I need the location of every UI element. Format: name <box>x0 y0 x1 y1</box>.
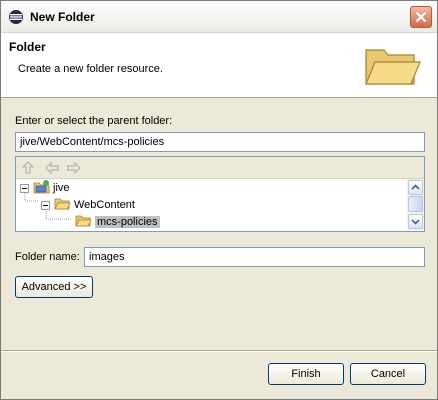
folder-name-field[interactable]: images <box>84 247 425 267</box>
folder-tree[interactable]: jive WebContent mcs-policies <box>15 156 425 232</box>
close-button[interactable] <box>410 6 432 28</box>
separator <box>1 350 437 352</box>
advanced-button[interactable]: Advanced >> <box>15 276 93 298</box>
parent-folder-label: Enter or select the parent folder: <box>15 115 173 127</box>
tree-item-webcontent[interactable]: WebContent <box>41 197 135 213</box>
eclipse-icon <box>8 9 24 25</box>
window-title: New Folder <box>30 10 95 24</box>
tree-item-jive[interactable]: jive <box>20 179 70 197</box>
open-folder-icon <box>363 44 421 91</box>
finish-button[interactable]: Finish <box>268 363 344 385</box>
back-arrow-icon[interactable] <box>44 160 60 176</box>
tree-item-label: WebContent <box>74 199 135 211</box>
scroll-up-button[interactable] <box>408 180 423 195</box>
collapse-toggle[interactable] <box>41 200 50 210</box>
open-folder-icon <box>75 214 92 230</box>
tree-item-label: jive <box>53 182 70 194</box>
tree-item-label: mcs-policies <box>95 216 160 228</box>
parent-folder-field[interactable]: jive/WebContent/mcs-policies <box>15 132 425 152</box>
collapse-toggle[interactable] <box>20 183 29 193</box>
scroll-thumb[interactable] <box>408 196 423 212</box>
tree-content: jive WebContent mcs-policies <box>16 179 406 231</box>
cancel-button[interactable]: Cancel <box>350 363 426 385</box>
project-icon <box>33 179 50 197</box>
open-folder-icon <box>54 197 71 213</box>
forward-arrow-icon[interactable] <box>66 160 82 176</box>
scroll-down-button[interactable] <box>408 214 423 229</box>
chevron-up-icon <box>411 184 420 190</box>
wizard-banner: Folder Create a new folder resource. <box>1 33 437 98</box>
banner-title: Folder <box>9 40 46 54</box>
chevron-down-icon <box>411 219 420 225</box>
folder-name-label: Folder name: <box>15 251 80 263</box>
tree-toolbar <box>16 157 424 179</box>
banner-description: Create a new folder resource. <box>18 63 163 75</box>
close-icon <box>415 11 427 23</box>
new-folder-dialog: New Folder Folder Create a new folder re… <box>0 0 438 400</box>
go-up-icon[interactable] <box>20 160 36 176</box>
title-bar[interactable]: New Folder <box>1 1 437 33</box>
tree-scrollbar[interactable] <box>407 179 424 231</box>
tree-item-mcs-policies[interactable]: mcs-policies <box>75 214 160 230</box>
